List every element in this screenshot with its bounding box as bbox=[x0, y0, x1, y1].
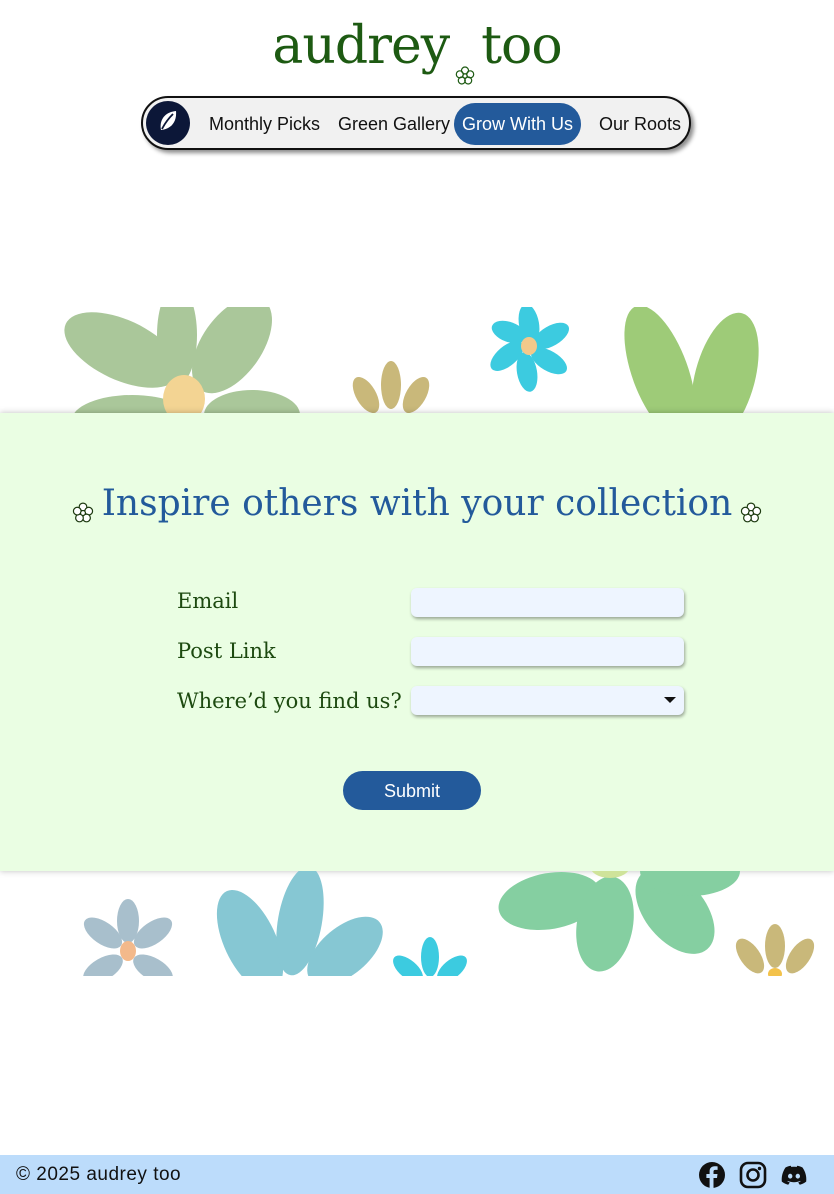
brand-name-right: too bbox=[481, 16, 563, 76]
submission-section: Inspire others with your collection Emai… bbox=[0, 413, 834, 871]
flower-icon bbox=[72, 492, 94, 523]
nav-item-our-roots[interactable]: Our Roots bbox=[591, 103, 689, 145]
leaf-icon bbox=[155, 108, 181, 139]
main-nav: Monthly Picks Green Gallery Grow With Us… bbox=[141, 96, 691, 150]
flower-icon bbox=[455, 37, 475, 85]
nav-item-monthly-picks[interactable]: Monthly Picks bbox=[201, 103, 328, 145]
facebook-icon[interactable] bbox=[698, 1161, 726, 1189]
referral-label: Where’d you find us? bbox=[177, 689, 402, 713]
email-field[interactable] bbox=[411, 588, 684, 617]
form-title-container: Inspire others with your collection bbox=[0, 483, 834, 524]
post-link-field[interactable] bbox=[411, 637, 684, 666]
chevron-down-icon bbox=[664, 697, 676, 703]
flower-icon bbox=[740, 492, 762, 523]
form-title: Inspire others with your collection bbox=[101, 483, 733, 524]
post-link-label: Post Link bbox=[177, 639, 276, 663]
email-label: Email bbox=[177, 589, 239, 613]
nav-home-button[interactable] bbox=[146, 101, 190, 145]
nav-item-green-gallery[interactable]: Green Gallery bbox=[330, 103, 458, 145]
flower-banner-top bbox=[0, 307, 834, 413]
site-footer: © 2025 audrey too bbox=[0, 1155, 834, 1194]
copyright-text: © 2025 audrey too bbox=[16, 1164, 182, 1185]
flower-banner-bottom bbox=[0, 871, 834, 976]
instagram-icon[interactable] bbox=[739, 1161, 767, 1189]
site-logo[interactable]: audrey too bbox=[0, 14, 834, 85]
nav-item-grow-with-us[interactable]: Grow With Us bbox=[454, 103, 582, 145]
submit-button[interactable]: Submit bbox=[343, 771, 481, 810]
discord-icon[interactable] bbox=[780, 1161, 808, 1189]
referral-select[interactable] bbox=[411, 686, 684, 715]
brand-name-left: audrey bbox=[272, 16, 450, 76]
